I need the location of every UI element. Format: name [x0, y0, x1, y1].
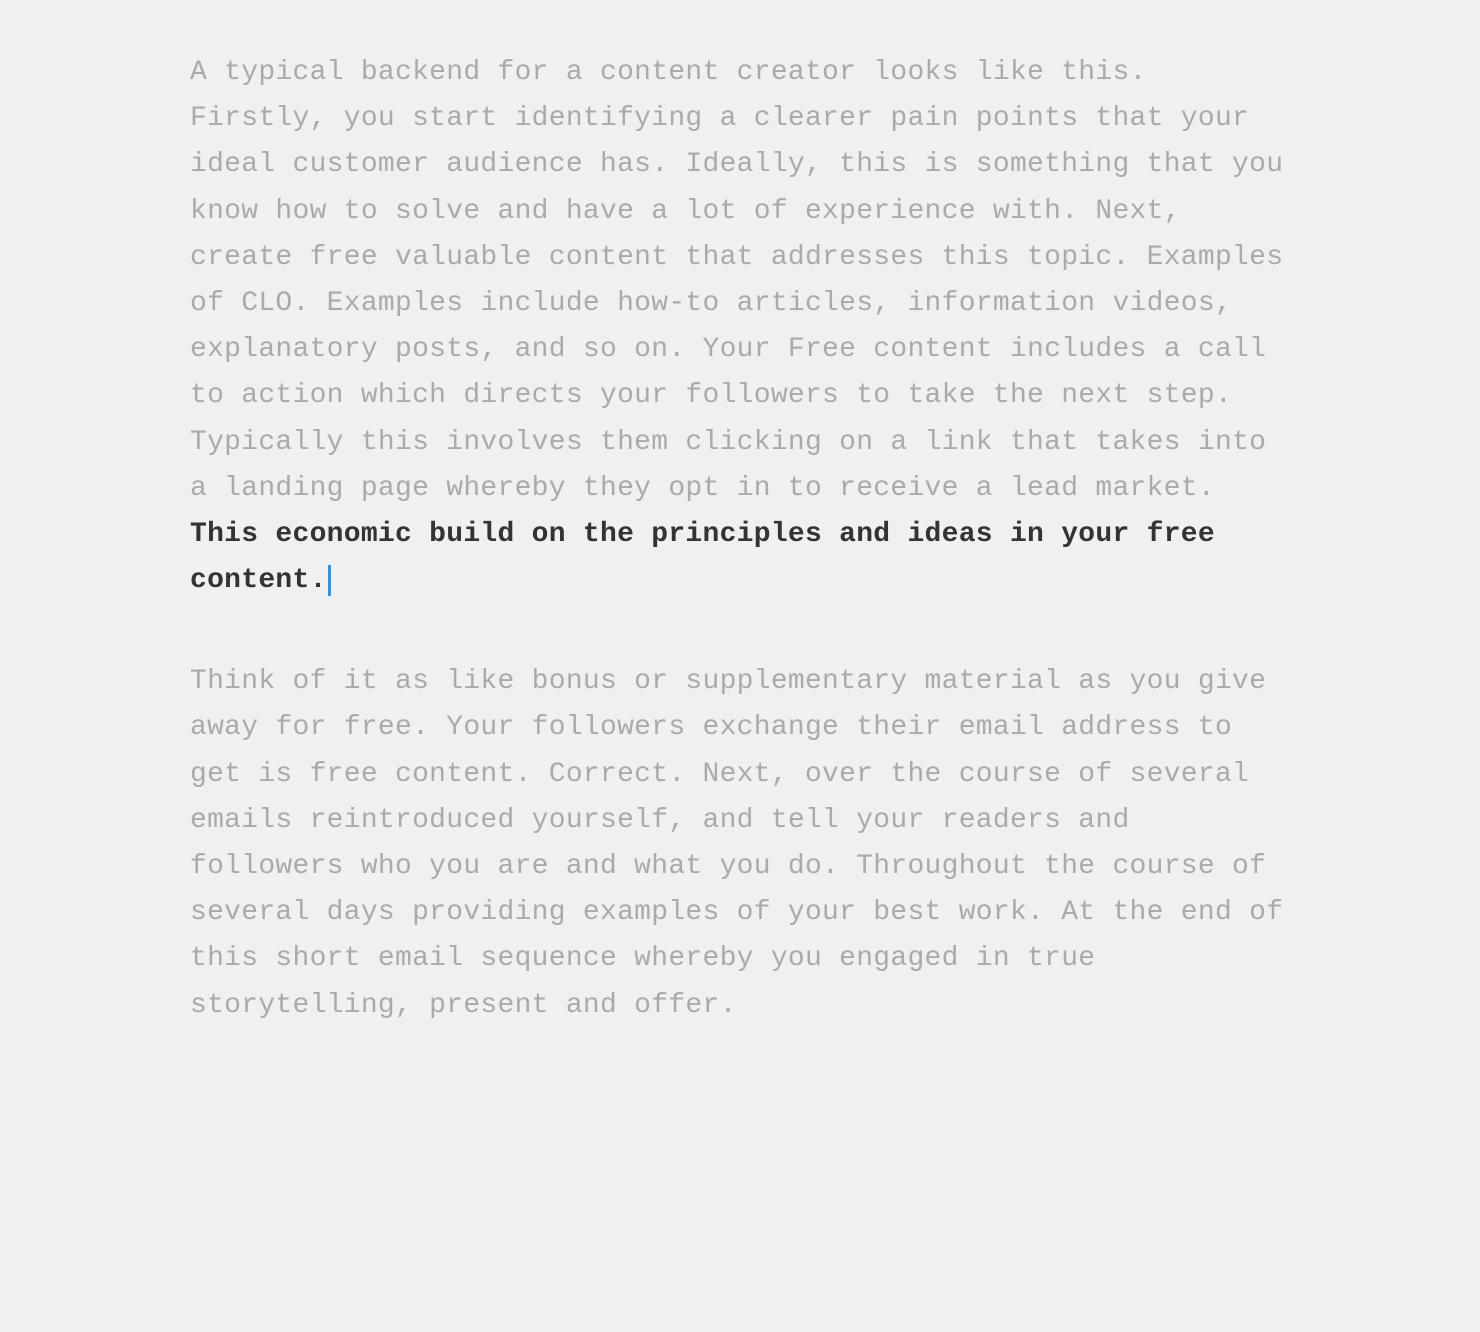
paragraph-1-normal-text: A typical backend for a content creator …: [190, 57, 1283, 504]
paragraph-1: A typical backend for a content creator …: [190, 50, 1290, 604]
content-area: A typical backend for a content creator …: [190, 40, 1290, 1029]
paragraph-2: Think of it as like bonus or supplementa…: [190, 659, 1290, 1029]
text-cursor: [328, 565, 331, 596]
paragraph-1-bold-content: This economic build on the principles an…: [190, 519, 1215, 596]
paragraph-2-text: Think of it as like bonus or supplementa…: [190, 666, 1283, 1020]
